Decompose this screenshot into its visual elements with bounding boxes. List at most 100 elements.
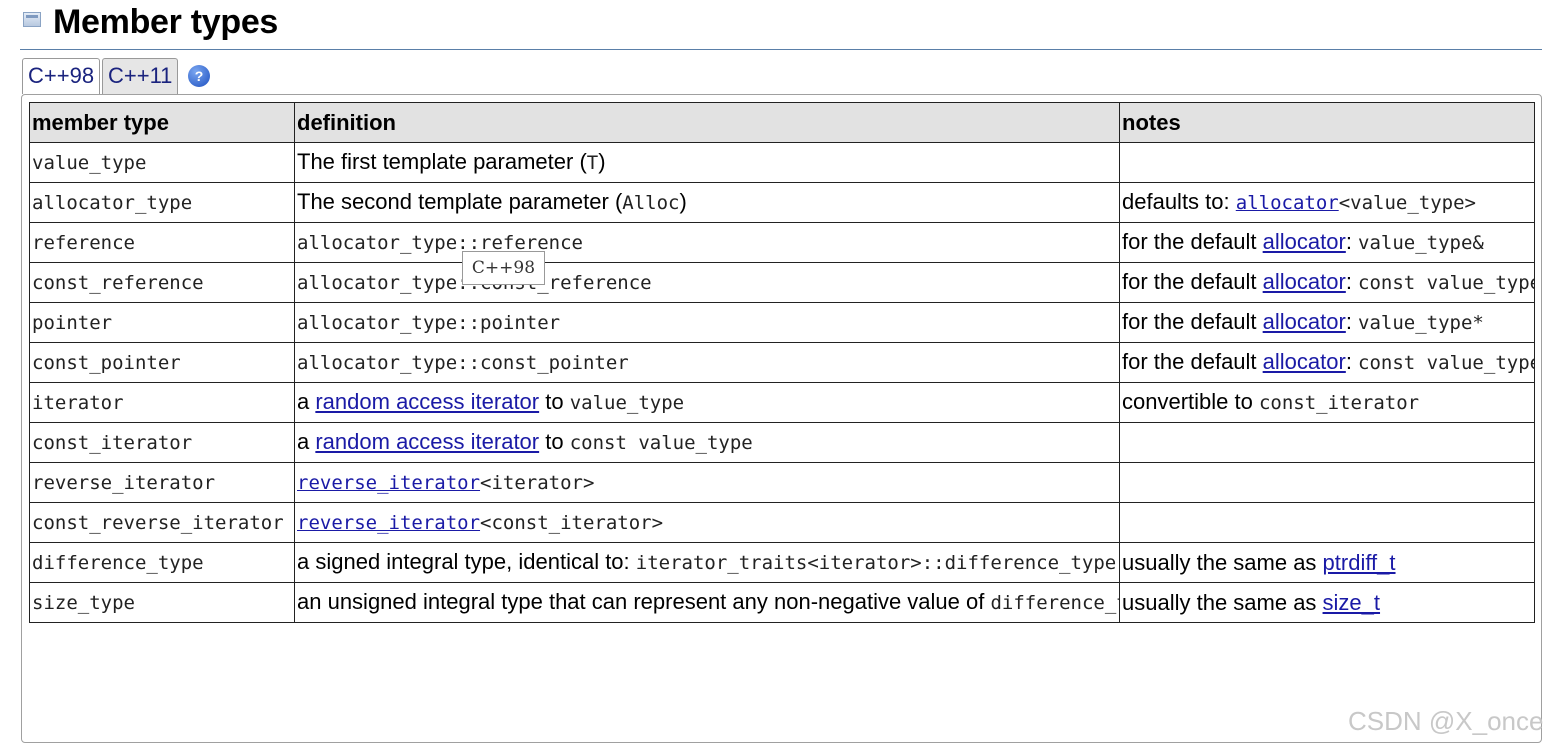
header-member-type: member type: [29, 102, 295, 143]
reference-link[interactable]: random access iterator: [315, 389, 539, 414]
text: :: [1345, 229, 1359, 254]
member-type-name: allocator_type: [32, 192, 193, 214]
text: to: [539, 429, 570, 454]
help-icon[interactable]: ?: [188, 65, 210, 87]
text: for the default: [1122, 309, 1263, 334]
code-text: const value_type&: [1358, 272, 1535, 294]
code-text: T: [586, 152, 599, 174]
member-type-cell: allocator_type: [29, 182, 295, 223]
table-row: reverse_iterator reverse_iterator<iterato…: [29, 462, 1535, 503]
definition-cell: The first template parameter (T): [294, 142, 1120, 183]
member-type-name: reverse_iterator: [32, 472, 216, 494]
reference-link[interactable]: random access iterator: [315, 429, 539, 454]
member-type-cell: value_type: [29, 142, 295, 183]
table-row: const_reverse_iterator reverse_iterator<c…: [29, 502, 1535, 543]
member-type-cell: size_type: [29, 582, 295, 623]
text: :: [1345, 269, 1359, 294]
notes-cell: defaults to: allocator<value_type>: [1119, 182, 1535, 223]
code-text: value_type&: [1358, 232, 1484, 254]
text: :: [1345, 309, 1359, 334]
reference-link[interactable]: size_t: [1323, 590, 1380, 615]
version-tooltip: C++98: [462, 251, 545, 285]
text: ): [679, 189, 687, 214]
notes-cell: for the default allocator: const value_t…: [1119, 342, 1535, 383]
definition-cell: allocator_type::const_pointer: [294, 342, 1120, 383]
text: defaults to:: [1122, 189, 1236, 214]
reference-link[interactable]: allocator: [1236, 192, 1339, 214]
definition-cell: reverse_iterator<const_iterator>: [294, 502, 1120, 543]
text: The second template parameter (: [297, 189, 623, 214]
definition-cell: a random access iterator to value_type: [294, 382, 1120, 423]
definition-cell: The second template parameter (Alloc): [294, 182, 1120, 223]
member-type-name: const_pointer: [32, 352, 181, 374]
header-notes: notes: [1119, 102, 1535, 143]
member-type-cell: iterator: [29, 382, 295, 423]
code-text: allocator_type::pointer: [297, 312, 561, 334]
code-text: const_iterator: [1258, 392, 1420, 414]
member-type-name: reference: [32, 232, 135, 254]
notes-cell: [1119, 142, 1535, 183]
text: The first template parameter (: [297, 149, 587, 174]
table-row: iterator a random access iterator to valu…: [29, 382, 1535, 423]
table-row: allocator_type The second template parame…: [29, 182, 1535, 223]
table-row: reference allocator_type::reference for th…: [29, 222, 1535, 263]
member-type-cell: const_reference: [29, 262, 295, 303]
member-type-name: difference_type: [32, 552, 204, 574]
text: usually the same as: [1122, 550, 1323, 575]
member-type-cell: pointer: [29, 302, 295, 343]
text: for the default: [1122, 269, 1263, 294]
notes-cell: convertible to const_iterator: [1119, 382, 1535, 423]
member-type-cell: difference_type: [29, 542, 295, 583]
reference-link[interactable]: ptrdiff_t: [1323, 550, 1396, 575]
table-row: pointer allocator_type::pointer for the de…: [29, 302, 1535, 343]
definition-cell: a signed integral type, identical to: it…: [294, 542, 1120, 583]
code-text: allocator_type::const_pointer: [297, 352, 629, 374]
member-type-name: value_type: [32, 152, 147, 174]
notes-cell: [1119, 422, 1535, 463]
text: a: [297, 429, 316, 454]
text: for the default: [1122, 349, 1263, 374]
table-row: difference_type a signed integral type, i…: [29, 542, 1535, 583]
text: for the default: [1122, 229, 1263, 254]
section-header: Member types: [20, 0, 1542, 50]
table-body: value_type The first template parameter (…: [29, 142, 1535, 623]
definition-cell: allocator_type::reference: [294, 222, 1120, 263]
text: an unsigned integral type that can repre…: [297, 589, 991, 614]
reference-link[interactable]: allocator: [1263, 309, 1346, 334]
notes-cell: [1119, 462, 1535, 503]
reference-link[interactable]: reverse_iterator: [297, 512, 480, 534]
reference-link[interactable]: allocator: [1263, 349, 1346, 374]
section-title: Member types: [53, 3, 279, 41]
watermark: CSDN @X_once: [1348, 706, 1544, 736]
text: convertible to: [1122, 389, 1259, 414]
member-type-name: const_reference: [32, 272, 204, 294]
definition-cell: allocator_type::const_reference: [294, 262, 1120, 303]
code-text: Alloc: [622, 192, 680, 214]
table-header-row: member type definition notes: [29, 102, 1535, 143]
notes-cell: for the default allocator: value_type&: [1119, 222, 1535, 263]
code-text: iterator_traits<iterator>::difference_ty…: [635, 552, 1117, 574]
definition-cell: a random access iterator to const value_…: [294, 422, 1120, 463]
notes-cell: for the default allocator: const value_t…: [1119, 262, 1535, 303]
text: a: [297, 389, 316, 414]
reference-link[interactable]: allocator: [1263, 229, 1346, 254]
notes-cell: usually the same as size_t: [1119, 582, 1535, 623]
code-text: const value_type*: [1358, 352, 1535, 374]
tab-cpp98[interactable]: C++98: [22, 58, 101, 94]
definition-cell: reverse_iterator<iterator>: [294, 462, 1120, 503]
table-row: size_type an unsigned integral type that …: [29, 582, 1535, 623]
member-type-cell: const_reverse_iterator: [29, 502, 295, 543]
member-type-cell: reference: [29, 222, 295, 263]
reference-link[interactable]: reverse_iterator: [297, 472, 480, 494]
reference-link[interactable]: allocator: [1263, 269, 1346, 294]
code-text: difference_type: [990, 592, 1118, 614]
member-type-name: const_iterator: [32, 432, 193, 454]
tab-cpp11[interactable]: C++11: [102, 58, 179, 94]
section-icon: [23, 12, 41, 27]
member-type-cell: const_pointer: [29, 342, 295, 383]
definition-cell: an unsigned integral type that can repre…: [294, 582, 1120, 623]
member-types-table: member type definition notes value_type T…: [29, 102, 1535, 623]
notes-cell: usually the same as ptrdiff_t: [1119, 542, 1535, 583]
notes-cell: for the default allocator: value_type*: [1119, 302, 1535, 343]
code-text: value_type*: [1358, 312, 1484, 334]
